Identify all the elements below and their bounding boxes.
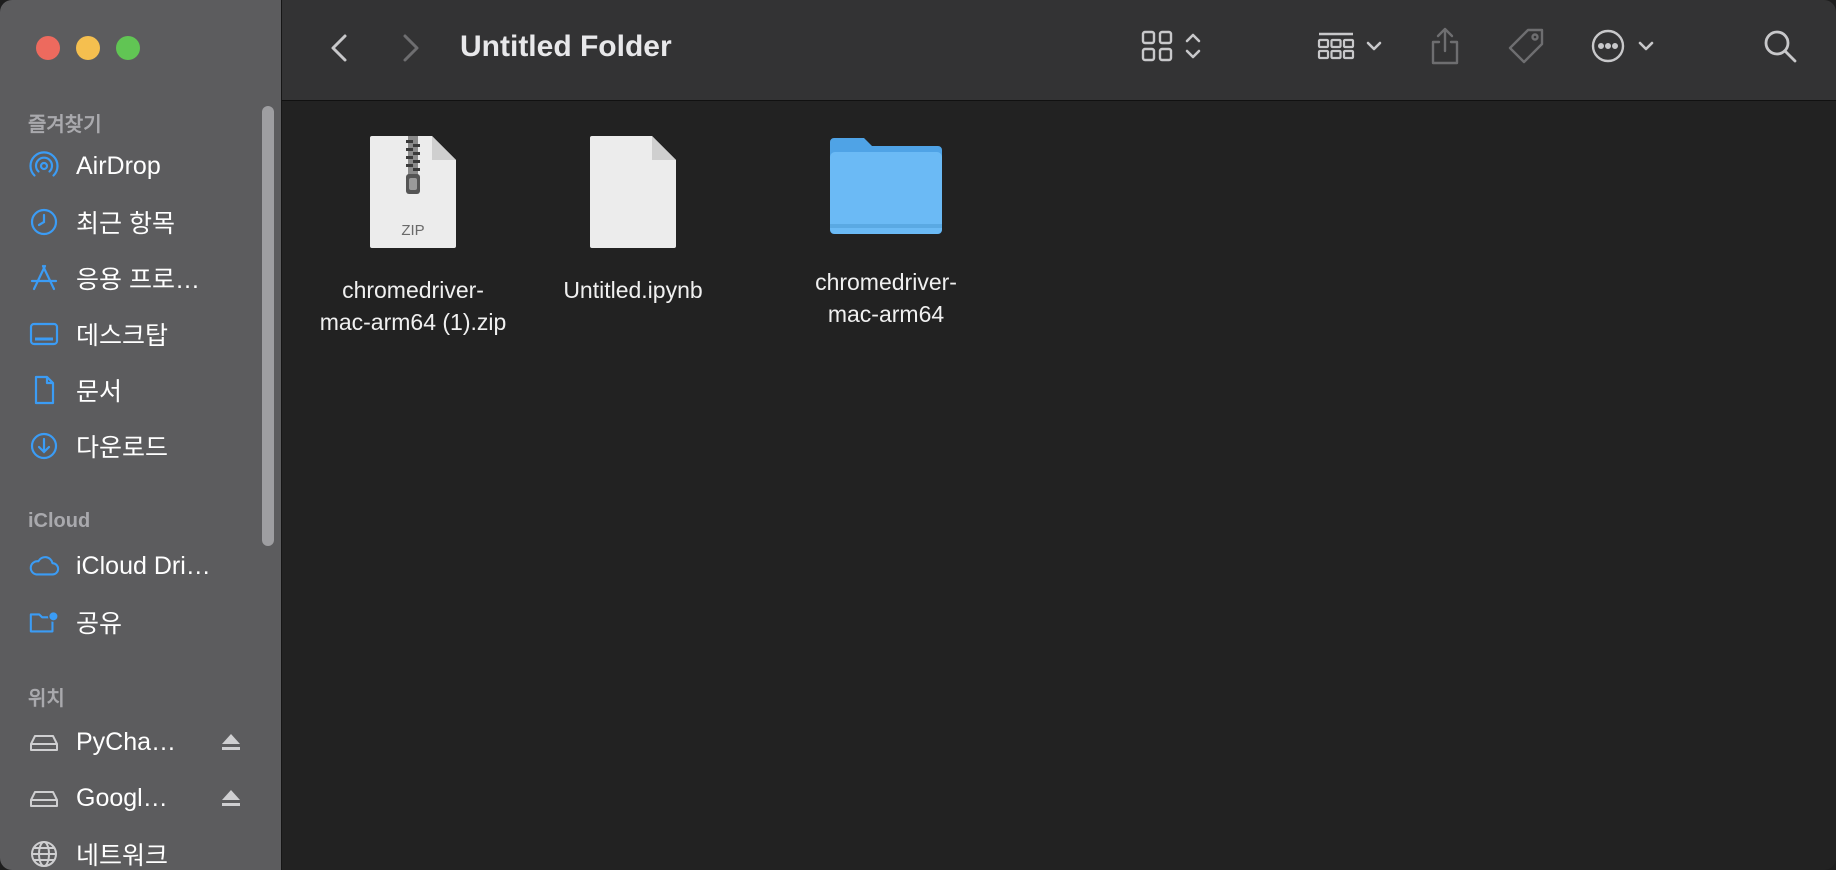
tag-button[interactable] bbox=[1506, 26, 1546, 70]
sidebar: 즐겨찾기 AirDrop 최근 항목 응용 프로… 데스크탑 문서 다운로드 i… bbox=[0, 0, 282, 870]
cloud-icon bbox=[28, 550, 60, 582]
file-name: chromedriver- mac-arm64 bbox=[781, 266, 991, 330]
sidebar-item-network[interactable]: 네트워크 bbox=[28, 832, 261, 870]
file-name-line: Untitled.ipynb bbox=[563, 277, 703, 303]
chevron-right-icon bbox=[392, 34, 428, 72]
ellipsis-circle-icon bbox=[1590, 28, 1626, 69]
share-icon bbox=[1428, 26, 1462, 71]
sidebar-item-label: 다운로드 bbox=[76, 434, 169, 462]
sidebar-item-google-volume[interactable]: Googl… bbox=[28, 776, 261, 820]
sidebar-item-label: 문서 bbox=[76, 378, 123, 406]
window-title: Untitled Folder bbox=[460, 30, 672, 63]
sidebar-item-label: AirDrop bbox=[76, 151, 161, 180]
file-name-line: mac-arm64 (1).zip bbox=[319, 309, 507, 335]
search-icon bbox=[1762, 28, 1798, 69]
view-mode-button[interactable] bbox=[1140, 26, 1202, 70]
file-name-line: chromedriver- bbox=[815, 269, 957, 295]
download-icon bbox=[28, 430, 60, 462]
favorites-header: 즐겨찾기 bbox=[28, 114, 102, 136]
clock-icon bbox=[28, 206, 60, 238]
shared-folder-icon bbox=[28, 606, 60, 638]
forward-button[interactable] bbox=[392, 28, 428, 68]
sidebar-item-pycharm-volume[interactable]: PyCha… bbox=[28, 720, 261, 764]
file-item-zip[interactable]: ZIP chromedriver- mac-arm64 (1).zip bbox=[308, 134, 518, 338]
zoom-window-button[interactable] bbox=[116, 36, 140, 60]
toolbar: Untitled Folder bbox=[282, 0, 1836, 101]
sidebar-item-label: 응용 프로… bbox=[76, 266, 200, 294]
sidebar-item-label: iCloud Dri… bbox=[76, 551, 211, 580]
share-button[interactable] bbox=[1428, 26, 1462, 70]
drive-icon bbox=[28, 726, 60, 758]
sidebar-item-shared[interactable]: 공유 bbox=[28, 600, 261, 644]
desktop-icon bbox=[28, 318, 60, 350]
chevron-down-icon bbox=[1364, 36, 1384, 61]
back-button[interactable] bbox=[322, 28, 358, 68]
file-item-folder[interactable]: chromedriver- mac-arm64 bbox=[781, 134, 991, 330]
icloud-header: iCloud bbox=[28, 510, 91, 532]
sidebar-item-label: Googl… bbox=[76, 783, 168, 812]
sidebar-item-airdrop[interactable]: AirDrop bbox=[28, 144, 261, 188]
network-icon bbox=[28, 838, 60, 870]
sidebar-item-label: 데스크탑 bbox=[76, 322, 169, 350]
chevron-down-icon bbox=[1636, 36, 1656, 61]
sidebar-scrollbar-thumb[interactable] bbox=[262, 106, 274, 546]
sidebar-item-applications[interactable]: 응용 프로… bbox=[28, 256, 261, 300]
chevron-left-icon bbox=[322, 34, 358, 72]
sidebar-item-label: PyCha… bbox=[76, 727, 177, 756]
file-name-line: chromedriver- bbox=[342, 277, 484, 303]
eject-icon[interactable] bbox=[219, 730, 243, 754]
finder-window: 즐겨찾기 AirDrop 최근 항목 응용 프로… 데스크탑 문서 다운로드 i… bbox=[0, 0, 1836, 870]
sidebar-item-label: 네트워크 bbox=[76, 842, 169, 870]
file-name: Untitled.ipynb bbox=[528, 274, 738, 306]
file-name-line: mac-arm64 bbox=[827, 301, 945, 327]
sidebar-item-downloads[interactable]: 다운로드 bbox=[28, 424, 261, 468]
minimize-window-button[interactable] bbox=[76, 36, 100, 60]
file-name: chromedriver- mac-arm64 (1).zip bbox=[308, 274, 518, 338]
up-down-chevron-icon bbox=[1184, 29, 1202, 68]
close-window-button[interactable] bbox=[36, 36, 60, 60]
folder-icon bbox=[781, 134, 991, 248]
tag-icon bbox=[1506, 26, 1546, 71]
drive-icon bbox=[28, 782, 60, 814]
eject-icon[interactable] bbox=[219, 786, 243, 810]
document-icon bbox=[28, 374, 60, 406]
window-controls bbox=[36, 36, 140, 60]
search-button[interactable] bbox=[1762, 26, 1798, 70]
grid-view-icon bbox=[1140, 29, 1174, 68]
airdrop-icon bbox=[28, 150, 60, 182]
more-actions-button[interactable] bbox=[1590, 26, 1656, 70]
sidebar-item-documents[interactable]: 문서 bbox=[28, 368, 261, 412]
document-file-icon bbox=[528, 134, 738, 258]
sidebar-item-label: 공유 bbox=[76, 610, 123, 638]
file-item-ipynb[interactable]: Untitled.ipynb bbox=[528, 134, 738, 306]
group-icon bbox=[1316, 29, 1356, 68]
group-button[interactable] bbox=[1316, 26, 1384, 70]
zip-badge: ZIP bbox=[401, 222, 425, 239]
sidebar-item-icloud-drive[interactable]: iCloud Dri… bbox=[28, 544, 261, 588]
sidebar-item-desktop[interactable]: 데스크탑 bbox=[28, 312, 261, 356]
file-grid[interactable]: ZIP chromedriver- mac-arm64 (1).zip Unti… bbox=[282, 101, 1836, 870]
locations-header: 위치 bbox=[28, 688, 65, 710]
sidebar-item-label: 최근 항목 bbox=[76, 210, 175, 238]
sidebar-item-recents[interactable]: 최근 항목 bbox=[28, 200, 261, 244]
applications-icon bbox=[28, 262, 60, 294]
